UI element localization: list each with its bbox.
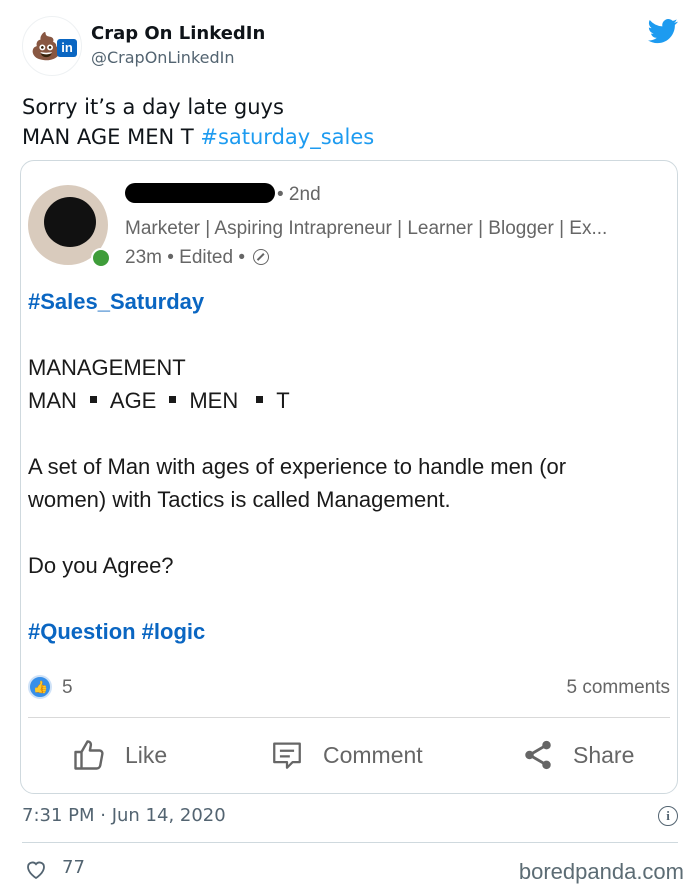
like-count[interactable]: 77 [62, 856, 85, 880]
connection-degree: • 2nd [277, 184, 321, 205]
post-question: Do you Agree? [28, 553, 174, 578]
linkedin-post-card[interactable]: • 2nd Marketer | Aspiring Intrapreneur |… [20, 160, 678, 794]
linkedin-icon: in [57, 39, 77, 57]
post-body-line2: women) with Tactics is called Management… [28, 487, 451, 512]
square-bullet-icon [256, 396, 264, 403]
author-handle[interactable]: @CrapOnLinkedIn [91, 48, 235, 68]
post-hashtag-top[interactable]: #Sales_Saturday [28, 285, 668, 318]
avatar-redaction [44, 197, 96, 247]
thumbs-up-icon [74, 740, 104, 770]
like-button[interactable]: Like [71, 735, 167, 775]
post-body-line1: A set of Man with ages of experience to … [28, 454, 567, 479]
square-bullet-icon [89, 396, 97, 403]
comment-label: Comment [323, 742, 423, 768]
post-meta-text: 23m • Edited • [125, 247, 245, 268]
share-icon [525, 740, 551, 770]
info-icon[interactable]: i [658, 806, 678, 826]
tweet-header: 💩 in Crap On LinkedIn @CrapOnLinkedIn [22, 16, 678, 76]
tweet-text-line1: Sorry it’s a day late guys [22, 95, 284, 119]
author-name[interactable]: Crap On LinkedIn [91, 23, 265, 45]
post-actions: Like Comment Share [21, 721, 677, 791]
thumbs-up-reaction-icon[interactable] [28, 675, 52, 699]
tweet-timestamp[interactable]: 7:31 PM · Jun 14, 2020 [22, 804, 226, 828]
split-part: MAN [28, 388, 77, 413]
like-label: Like [125, 742, 168, 768]
square-bullet-icon [169, 396, 177, 403]
twitter-bird-icon[interactable] [648, 16, 678, 46]
divider [22, 842, 678, 843]
poster-name-redacted [125, 183, 275, 203]
split-part: AGE [109, 388, 157, 413]
heart-icon[interactable] [24, 858, 48, 880]
post-hashtags-bottom[interactable]: #Question #logic [28, 615, 668, 648]
tweet-text-prefix: MAN AGE MEN T [22, 125, 201, 149]
post-title: MANAGEMENT [28, 355, 186, 380]
post-meta: 23m • Edited • [125, 246, 270, 270]
poster-headline: Marketer | Aspiring Intrapreneur | Learn… [125, 218, 608, 239]
reaction-count[interactable]: 5 [62, 676, 73, 700]
comment-icon [273, 742, 301, 769]
tweet-hashtag-link[interactable]: #saturday_sales [200, 125, 374, 149]
author-avatar[interactable]: 💩 in [22, 16, 82, 76]
reactions-bar: 5 5 comments [28, 675, 670, 703]
split-part: T [276, 388, 290, 413]
tweet-text-line2: MAN AGE MEN T #saturday_sales [22, 122, 678, 152]
share-label: Share [573, 742, 635, 768]
tweet-text: Sorry it’s a day late guys MAN AGE MEN T… [22, 92, 678, 152]
split-part: MEN [189, 388, 239, 413]
share-button[interactable]: Share [521, 735, 634, 775]
post-split-word: MAN AGE MEN T [28, 384, 668, 417]
visibility-icon [253, 249, 270, 265]
online-status-indicator [91, 248, 111, 268]
comments-count[interactable]: 5 comments [567, 676, 670, 700]
comment-button[interactable]: Comment [269, 735, 423, 775]
watermark: boredpanda.com [518, 859, 684, 884]
divider [28, 717, 670, 718]
post-body: #Sales_Saturday MANAGEMENT MAN AGE MEN T A … [28, 285, 668, 648]
